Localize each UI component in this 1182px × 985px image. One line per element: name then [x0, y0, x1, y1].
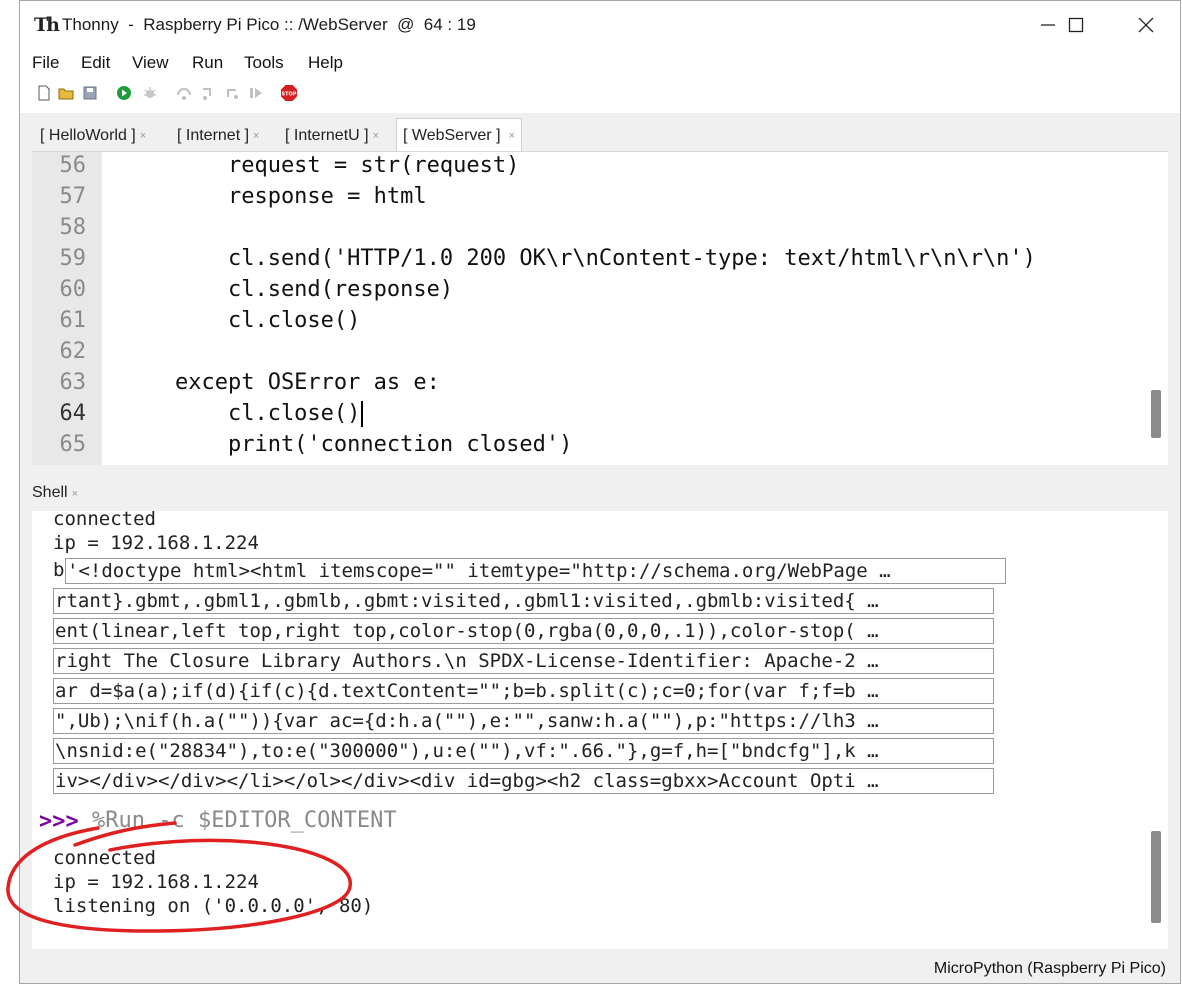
shell-scrollbar-thumb[interactable]	[1151, 831, 1161, 923]
line-number: 61	[59, 308, 87, 333]
code-line[interactable]: response = html	[122, 184, 427, 209]
shell-output-line: connected	[53, 847, 156, 869]
tab-close-icon[interactable]: ×	[373, 130, 379, 142]
code-line[interactable]: request = str(request)	[122, 153, 519, 178]
tab-helloworld[interactable]: [ HelloWorld ] ×	[40, 121, 146, 151]
line-number: 56	[59, 153, 87, 178]
truncated-output-box[interactable]: '<!doctype html><html itemscope="" itemt…	[65, 558, 1006, 584]
tab-shell[interactable]: Shell ×	[32, 484, 78, 502]
menu-tools[interactable]: Tools	[244, 53, 284, 73]
save-icon[interactable]	[82, 85, 98, 101]
shell-output-prefix: b	[53, 559, 65, 581]
line-number: 57	[59, 184, 87, 209]
truncated-output-box[interactable]: ",Ub);\nif(h.a("")){var ac={d:h.a(""),e:…	[53, 708, 994, 734]
truncated-output-box[interactable]: rtant}.gbmt,.gbml1,.gbmlb,.gbmt:visited,…	[53, 588, 994, 614]
text-cursor	[361, 401, 364, 427]
editor-tab-bar: [ HelloWorld ] × [ Internet ] × [ Internet…	[20, 113, 1180, 152]
shell-tab-close-icon[interactable]: ×	[72, 488, 78, 500]
line-number: 62	[59, 339, 87, 364]
open-file-icon[interactable]	[58, 85, 74, 101]
close-icon	[1138, 17, 1154, 33]
resume-icon[interactable]	[248, 85, 264, 101]
shell-panel[interactable]: connected ip = 192.168.1.224 b '<!doctyp…	[32, 511, 1168, 949]
truncated-output-box[interactable]: iv></div></div></li></ol></div><div id=g…	[53, 768, 994, 794]
run-icon[interactable]	[116, 85, 132, 101]
tab-label: [ Internet ]	[177, 127, 250, 144]
shell-tab-bar: Shell ×	[20, 478, 1180, 510]
menu-view[interactable]: View	[132, 53, 169, 73]
tab-internetu[interactable]: [ InternetU ] ×	[285, 121, 379, 151]
toolbar: STOP	[20, 77, 1180, 113]
step-out-icon[interactable]	[224, 85, 240, 101]
current-code-line[interactable]: cl.close()	[122, 401, 364, 427]
tab-label: [ WebServer ]	[403, 126, 501, 144]
shell-prompt: >>>	[39, 809, 79, 834]
line-number: 63	[59, 370, 87, 395]
code-editor[interactable]: 56 57 58 59 60 61 62 63 64 65 request = …	[32, 151, 1168, 465]
truncated-output-box[interactable]: \nsnid:e("28834"),to:e("300000"),u:e("")…	[53, 738, 994, 764]
menu-edit[interactable]: Edit	[81, 53, 110, 73]
line-number: 65	[59, 432, 87, 457]
maximize-button[interactable]	[1046, 1, 1106, 49]
new-file-icon[interactable]	[36, 85, 52, 101]
line-number: 60	[59, 277, 87, 302]
truncated-output-box[interactable]: ent(linear,left top,right top,color-stop…	[53, 618, 994, 644]
tab-close-icon[interactable]: ×	[509, 130, 515, 142]
stop-icon[interactable]: STOP	[280, 84, 298, 102]
code-line[interactable]: except OSError as e:	[122, 370, 440, 395]
tab-close-icon[interactable]: ×	[140, 130, 146, 142]
stop-label: STOP	[282, 92, 297, 98]
title-bar[interactable]: Th Thonny - Raspberry Pi Pico :: /WebSer…	[20, 1, 1180, 49]
shell-output-line: listening on ('0.0.0.0', 80)	[53, 895, 374, 917]
line-number: 58	[59, 215, 87, 240]
run-command: %Run -c $EDITOR_CONTENT	[92, 808, 397, 833]
code-line[interactable]: print('connection closed')	[122, 432, 572, 457]
menu-run[interactable]: Run	[192, 53, 223, 73]
code-text: cl.close()	[122, 401, 361, 426]
menu-file[interactable]: File	[32, 53, 59, 73]
code-line[interactable]: cl.send('HTTP/1.0 200 OK\r\nContent-type…	[122, 246, 1036, 271]
truncated-output-box[interactable]: ar d=$a(a);if(d){if(c){d.textContent="";…	[53, 678, 994, 704]
shell-output-line: ip = 192.168.1.224	[53, 871, 259, 893]
thonny-app-icon: Th	[34, 14, 60, 36]
editor-scrollbar-thumb[interactable]	[1151, 390, 1161, 438]
maximize-icon	[1068, 17, 1084, 33]
shell-output-line: connected	[53, 511, 156, 530]
debug-icon[interactable]	[142, 85, 158, 101]
truncated-output-box[interactable]: right The Closure Library Authors.\n SPD…	[53, 648, 994, 674]
tab-internet[interactable]: [ Internet ] ×	[177, 121, 259, 151]
status-bar: MicroPython (Raspberry Pi Pico)	[20, 949, 1180, 985]
menu-bar: File Edit View Run Tools Help	[20, 49, 1180, 77]
shell-tab-label: Shell	[32, 484, 68, 501]
tab-close-icon[interactable]: ×	[253, 130, 259, 142]
tab-label: [ InternetU ]	[285, 127, 369, 144]
tab-webserver[interactable]: [ WebServer ] ×	[396, 118, 522, 152]
interpreter-status[interactable]: MicroPython (Raspberry Pi Pico)	[934, 960, 1166, 978]
thonny-window: Th Thonny - Raspberry Pi Pico :: /WebSer…	[19, 0, 1181, 984]
line-number: 59	[59, 246, 87, 271]
code-line[interactable]: cl.send(response)	[122, 277, 453, 302]
current-line-number: 64	[59, 401, 87, 426]
close-window-button[interactable]	[1116, 1, 1176, 49]
line-number-gutter: 56 57 58 59 60 61 62 63 64 65	[32, 152, 102, 465]
step-into-icon[interactable]	[200, 85, 216, 101]
menu-help[interactable]: Help	[308, 53, 343, 73]
tab-label: [ HelloWorld ]	[40, 127, 136, 144]
shell-output-line: ip = 192.168.1.224	[53, 532, 259, 554]
step-over-icon[interactable]	[176, 85, 192, 101]
code-line[interactable]: cl.close()	[122, 308, 360, 333]
window-title: Thonny - Raspberry Pi Pico :: /WebServer…	[62, 15, 476, 34]
